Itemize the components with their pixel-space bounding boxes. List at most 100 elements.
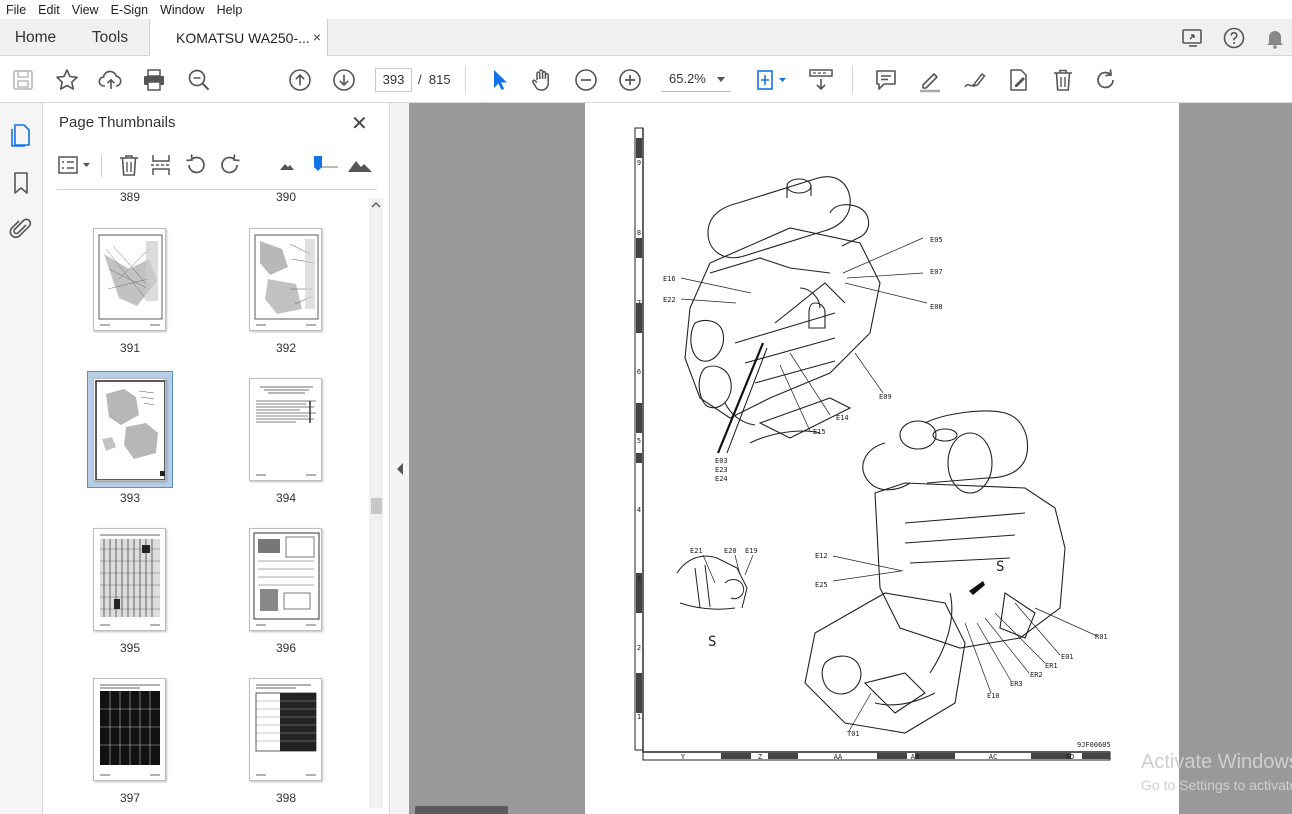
thumbnail-page-393[interactable] — [93, 378, 166, 481]
share-screen-icon[interactable] — [1181, 26, 1205, 50]
callout-label: E14 — [836, 414, 849, 422]
cloud-upload-icon[interactable] — [98, 67, 124, 93]
callout-label: E20 — [724, 547, 737, 555]
chevron-down-icon — [717, 77, 725, 82]
fit-page-icon[interactable] — [753, 67, 789, 93]
thumbnail-page-label: 395 — [119, 641, 141, 655]
tab-bar: Home Tools KOMATSU WA250-... × — [0, 19, 1292, 57]
panel-close-icon[interactable]: ✕ — [351, 111, 368, 136]
zoom-level-value: 65.2% — [669, 71, 706, 86]
sign-pen-icon[interactable] — [961, 67, 987, 93]
callout-label: E19 — [745, 547, 758, 555]
menu-view[interactable]: View — [72, 3, 99, 17]
thumbnail-page-label: 391 — [119, 341, 141, 355]
callout-label: ER1 — [1045, 662, 1058, 670]
tab-close-icon[interactable]: × — [313, 29, 321, 45]
page-thumbnails-panel: Page Thumbnails ✕ 389 390 391 392 393 39… — [43, 103, 390, 814]
tab-tools[interactable]: Tools — [71, 19, 150, 56]
thumbnail-page-396[interactable] — [249, 528, 322, 631]
thumbnail-page-398[interactable] — [249, 678, 322, 781]
callout-label: E08 — [930, 303, 943, 311]
scrollbar-thumb[interactable] — [371, 498, 382, 514]
thumbnail-page-391[interactable] — [93, 228, 166, 331]
page-thumbnails-icon[interactable] — [9, 123, 33, 149]
rotate-clockwise-icon[interactable] — [218, 153, 242, 177]
zoom-in-icon[interactable] — [617, 67, 643, 93]
collapse-arrow-icon[interactable] — [396, 462, 404, 476]
status-chip — [415, 806, 508, 814]
watermark-line-1: Activate Windows — [1141, 751, 1292, 773]
callout-label: E09 — [879, 393, 892, 401]
scroll-up-arrow-icon[interactable] — [369, 198, 383, 212]
hand-tool-icon[interactable] — [529, 67, 555, 93]
total-pages-value: 815 — [428, 72, 451, 87]
thumbnail-scrollbar[interactable] — [369, 198, 383, 808]
thumbnail-page-395[interactable] — [93, 528, 166, 631]
bookmarks-icon[interactable] — [9, 170, 33, 196]
grid-row-label: 5 — [637, 437, 641, 445]
thumbnail-text-preview — [256, 386, 316, 476]
grid-col-label: AA — [834, 753, 843, 761]
save-icon[interactable] — [10, 67, 36, 93]
thumbnail-large-size-icon[interactable] — [347, 153, 373, 177]
bookmark-star-icon[interactable] — [54, 67, 80, 93]
grid-row-label: 6 — [637, 368, 641, 376]
zoom-out-icon[interactable] — [573, 67, 599, 93]
thumbnail-page-394[interactable] — [249, 378, 322, 481]
callout-label: E23 — [715, 466, 728, 474]
menu-file[interactable]: File — [6, 3, 26, 17]
thumbnail-small-size-icon[interactable] — [278, 153, 296, 177]
delete-trash-icon[interactable] — [1050, 67, 1076, 93]
menu-help[interactable]: Help — [217, 3, 243, 17]
view-label: S — [708, 634, 716, 650]
next-page-icon[interactable] — [331, 67, 357, 93]
redo-icon[interactable] — [1093, 67, 1119, 93]
grid-col-label: AC — [989, 753, 997, 761]
callout-label: E12 — [815, 552, 828, 560]
navigation-rail — [0, 103, 43, 814]
thumbnail-size-slider[interactable] — [310, 153, 340, 177]
menu-edit[interactable]: Edit — [38, 3, 60, 17]
callout-label: E25 — [815, 581, 828, 589]
rotate-counterclockwise-icon[interactable] — [184, 153, 208, 177]
select-cursor-icon[interactable] — [486, 67, 512, 93]
callout-label: E16 — [663, 275, 676, 283]
callout-label: ER3 — [1010, 680, 1023, 688]
thumbnail-page-392[interactable] — [249, 228, 322, 331]
thumbnail-options-icon[interactable] — [57, 153, 93, 177]
delete-pages-icon[interactable] — [117, 153, 141, 177]
print-icon[interactable] — [141, 67, 167, 93]
grid-row-label: 7 — [637, 299, 641, 307]
edit-pdf-icon[interactable] — [1005, 67, 1031, 93]
thumbnail-page-label: 393 — [119, 491, 141, 505]
thumbnail-page-397[interactable] — [93, 678, 166, 781]
help-icon[interactable] — [1222, 26, 1246, 50]
attachments-paperclip-icon[interactable] — [9, 216, 33, 242]
extract-pages-icon[interactable] — [149, 153, 173, 177]
tab-document[interactable]: KOMATSU WA250-... × — [150, 19, 328, 57]
panel-collapse-handle[interactable] — [390, 103, 409, 814]
thumbnail-drawing-preview — [98, 234, 163, 326]
zoom-search-icon[interactable] — [186, 67, 212, 93]
page-number-input[interactable]: 393 — [375, 68, 412, 92]
grid-row-label: 3 — [637, 575, 641, 583]
toolbar-divider — [465, 66, 466, 93]
tab-home[interactable]: Home — [0, 19, 71, 56]
callout-label: E05 — [930, 236, 943, 244]
engine-illustration-top — [684, 176, 881, 444]
comment-icon[interactable] — [873, 67, 899, 93]
menu-esign[interactable]: E-Sign — [111, 3, 149, 17]
thumbnail-drawing-preview — [254, 234, 319, 326]
callout-label: E21 — [690, 547, 703, 555]
scroll-mode-icon[interactable] — [808, 67, 834, 93]
callout-label: T01 — [847, 730, 860, 738]
notification-bell-icon[interactable] — [1263, 26, 1287, 50]
thumbnail-page-label: 397 — [119, 791, 141, 805]
zoom-level-dropdown[interactable]: 65.2% — [661, 68, 731, 92]
document-viewer[interactable]: 9 8 7 6 5 4 3 2 1 Y Z AA AB AC AD E05 E0… — [409, 103, 1292, 814]
grid-row-label: 2 — [637, 644, 641, 652]
highlight-pen-icon[interactable] — [917, 67, 943, 93]
menu-window[interactable]: Window — [160, 3, 204, 17]
previous-page-icon[interactable] — [287, 67, 313, 93]
engine-wiring-diagram: 9 8 7 6 5 4 3 2 1 Y Z AA AB AC AD E05 E0… — [634, 127, 1111, 761]
